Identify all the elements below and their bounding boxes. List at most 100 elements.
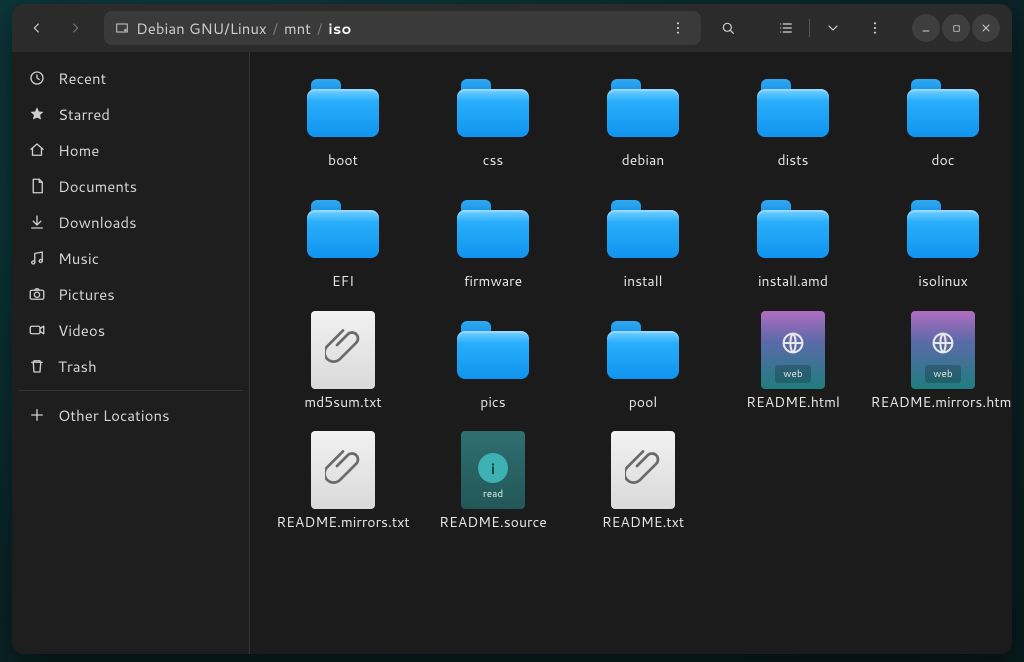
- sidebar-item-label: Recent: [58, 68, 106, 89]
- sidebar-item-label: Other Locations: [58, 405, 170, 426]
- sidebar-item-label: Documents: [58, 176, 137, 197]
- item-label: md5sum.txt: [304, 394, 381, 411]
- folder-icon: [607, 79, 679, 137]
- item-label: README.html: [746, 394, 840, 411]
- folder-item[interactable]: install.amd: [718, 191, 868, 290]
- folder-item[interactable]: install: [568, 191, 718, 290]
- item-label: EFI: [332, 273, 354, 290]
- music-icon: [28, 249, 46, 267]
- disk-icon: [114, 20, 130, 36]
- path-bar-menu-button[interactable]: [661, 11, 695, 45]
- breadcrumb-seg-mnt[interactable]: mnt: [284, 18, 311, 39]
- maximize-icon: [951, 23, 962, 34]
- back-button[interactable]: [20, 11, 54, 45]
- item-icon: [303, 432, 383, 508]
- sidebar-item-documents[interactable]: Documents: [18, 168, 243, 204]
- sidebar-item-music[interactable]: Music: [18, 240, 243, 276]
- sidebar-item-videos[interactable]: Videos: [18, 312, 243, 348]
- folder-item[interactable]: EFI: [268, 191, 418, 290]
- folder-icon: [457, 200, 529, 258]
- file-item[interactable]: ireadREADME.source: [418, 432, 568, 531]
- item-label: boot: [328, 152, 358, 169]
- sidebar-item-label: Starred: [58, 104, 110, 125]
- window-content: Recent Starred Home Documents Downloads …: [12, 52, 1012, 654]
- globe-icon: [779, 327, 807, 367]
- file-item[interactable]: md5sum.txt: [268, 312, 418, 411]
- clock-icon: [28, 69, 46, 87]
- folder-icon: [307, 200, 379, 258]
- item-icon: [303, 70, 383, 146]
- html-file-icon: web: [911, 311, 975, 389]
- item-label: install: [624, 273, 663, 290]
- item-icon: web: [753, 312, 833, 388]
- item-label: firmware: [464, 273, 522, 290]
- minimize-button[interactable]: [912, 14, 940, 42]
- search-button[interactable]: [711, 11, 745, 45]
- sidebar-item-recent[interactable]: Recent: [18, 60, 243, 96]
- item-label: dists: [778, 152, 809, 169]
- main-pane[interactable]: boot css debian dists doc EFI firmware install i…: [250, 52, 1012, 654]
- folder-item[interactable]: pool: [568, 312, 718, 411]
- folder-item[interactable]: pics: [418, 312, 568, 411]
- item-label: install.amd: [758, 273, 828, 290]
- item-icon: [453, 70, 533, 146]
- view-controls: [765, 11, 854, 45]
- view-options-button[interactable]: [816, 11, 850, 45]
- hamburger-menu-button[interactable]: [858, 11, 892, 45]
- item-icon: [603, 312, 683, 388]
- folder-item[interactable]: debian: [568, 70, 718, 169]
- text-file-icon: [611, 431, 675, 509]
- item-label: README.mirrors.txt: [276, 514, 409, 531]
- folder-icon: [457, 321, 529, 379]
- sidebar-item-pictures[interactable]: Pictures: [18, 276, 243, 312]
- folder-item[interactable]: firmware: [418, 191, 568, 290]
- folder-item[interactable]: boot: [268, 70, 418, 169]
- trash-icon: [28, 357, 46, 375]
- sidebar-item-label: Pictures: [58, 284, 115, 305]
- breadcrumb-root[interactable]: Debian GNU/Linux: [136, 18, 267, 39]
- file-item[interactable]: README.mirrors.txt: [268, 432, 418, 531]
- path-bar[interactable]: Debian GNU/Linux / mnt / iso: [104, 11, 701, 45]
- file-item[interactable]: README.txt: [568, 432, 718, 531]
- folder-icon: [907, 200, 979, 258]
- sidebar-item-trash[interactable]: Trash: [18, 348, 243, 384]
- item-label: README.mirrors.html: [871, 394, 1012, 411]
- item-icon: [603, 70, 683, 146]
- file-item[interactable]: web README.mirrors.html: [868, 312, 1012, 411]
- kebab-icon: [867, 20, 883, 36]
- folder-item[interactable]: isolinux: [868, 191, 1012, 290]
- sidebar-item-downloads[interactable]: Downloads: [18, 204, 243, 240]
- folder-icon: [457, 79, 529, 137]
- sidebar-item-home[interactable]: Home: [18, 132, 243, 168]
- forward-button[interactable]: [58, 11, 92, 45]
- item-icon: web: [903, 312, 983, 388]
- item-label: debian: [622, 152, 665, 169]
- item-label: isolinux: [918, 273, 968, 290]
- folder-icon: [607, 321, 679, 379]
- sidebar-item-other-locations[interactable]: Other Locations: [18, 397, 243, 433]
- paperclip-icon: [325, 445, 361, 496]
- item-label: css: [483, 152, 504, 169]
- breadcrumb-seg-iso[interactable]: iso: [328, 18, 351, 39]
- kebab-icon: [670, 20, 686, 36]
- sidebar-item-label: Home: [58, 140, 99, 161]
- close-button[interactable]: [972, 14, 1000, 42]
- document-icon: [28, 177, 46, 195]
- folder-icon: [607, 200, 679, 258]
- folder-item[interactable]: dists: [718, 70, 868, 169]
- toggle-view-button[interactable]: [769, 11, 803, 45]
- file-item[interactable]: web README.html: [718, 312, 868, 411]
- item-label: pics: [480, 394, 505, 411]
- maximize-button[interactable]: [942, 14, 970, 42]
- item-icon: [753, 70, 833, 146]
- item-icon: [753, 191, 833, 267]
- item-icon: iread: [453, 432, 533, 508]
- item-icon: [603, 432, 683, 508]
- html-file-icon: web: [761, 311, 825, 389]
- sidebar-item-starred[interactable]: Starred: [18, 96, 243, 132]
- paperclip-icon: [325, 324, 361, 375]
- icon-grid: bootcssdebiandistsdocEFIfirmwareinstalli…: [260, 70, 1002, 531]
- folder-item[interactable]: doc: [868, 70, 1012, 169]
- window-controls: [912, 14, 1000, 42]
- folder-item[interactable]: css: [418, 70, 568, 169]
